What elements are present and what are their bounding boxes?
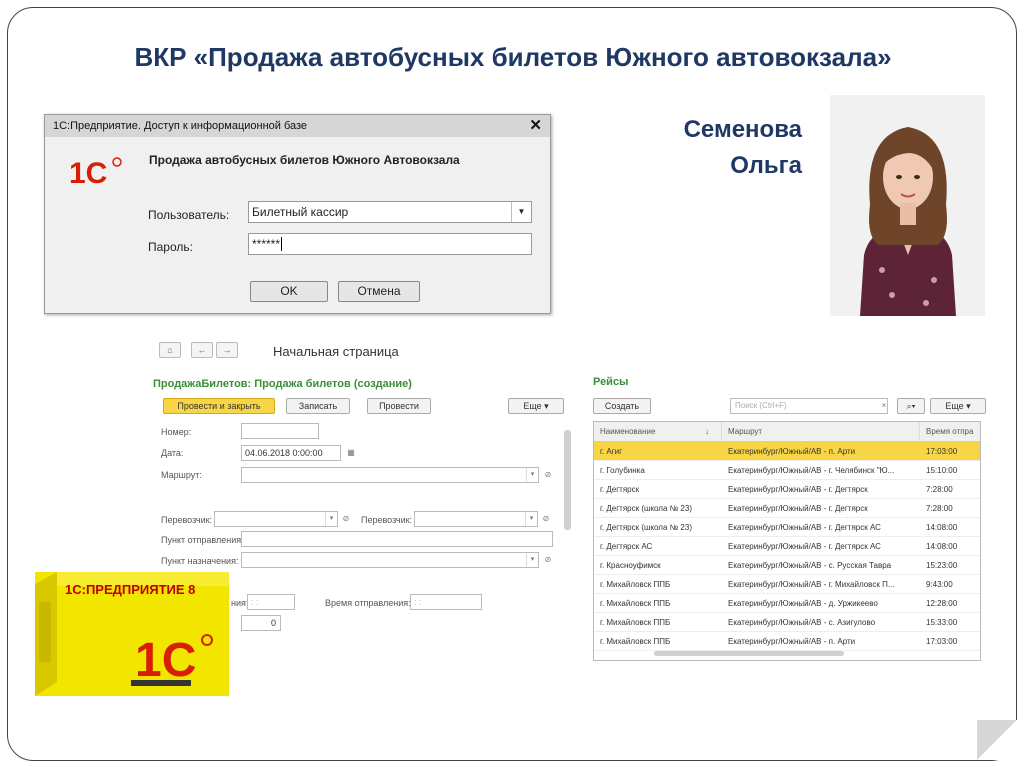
routes-more-button[interactable]: Еще ▾: [930, 398, 986, 414]
post-button[interactable]: Провести: [367, 398, 431, 414]
carrier-label: Перевозчик:: [161, 515, 213, 525]
close-icon[interactable]: ✕: [529, 115, 542, 137]
chevron-down-icon[interactable]: ▾: [526, 553, 538, 567]
password-field[interactable]: ******: [248, 233, 532, 255]
column-header-time[interactable]: Время отпра: [920, 422, 980, 442]
user-field[interactable]: Билетный кассир ▼: [248, 201, 532, 223]
user-label: Пользователь:: [148, 208, 230, 222]
open-link-icon[interactable]: ⊘: [340, 512, 352, 526]
author-photo: [830, 95, 985, 316]
search-input[interactable]: Поиск (Ctrl+F): [730, 398, 888, 414]
destination-input[interactable]: ▾: [241, 552, 539, 568]
cancel-button[interactable]: Отмена: [338, 281, 420, 302]
destination-label: Пункт назначения:: [161, 556, 239, 566]
table-row[interactable]: г. Михайловск ППБ Екатеринбург/Южный/АВ -…: [594, 575, 980, 594]
departure-time-label: Время отправления:: [325, 598, 411, 608]
calendar-icon[interactable]: ▦: [345, 446, 357, 460]
1c-logo: 1С: [67, 155, 123, 190]
forward-icon[interactable]: →: [216, 342, 238, 358]
departure-point-input[interactable]: [241, 531, 553, 547]
carrier2-label: Перевозчик:: [361, 515, 413, 525]
open-link-icon[interactable]: ⊘: [542, 468, 554, 482]
svg-text:1С:ПРЕДПРИЯТИЕ 8: 1С:ПРЕДПРИЯТИЕ 8: [65, 582, 195, 597]
carrier-input[interactable]: ▾: [214, 511, 338, 527]
table-row[interactable]: г. Дегтярск Екатеринбург/Южный/АВ - г. Де…: [594, 480, 980, 499]
back-icon[interactable]: ←: [191, 342, 213, 358]
password-label: Пароль:: [148, 240, 193, 254]
portrait-illustration: [830, 95, 985, 316]
chevron-down-icon[interactable]: ▼: [511, 202, 531, 222]
open-link-icon[interactable]: ⊘: [540, 512, 552, 526]
table-row[interactable]: г. Красноуфимск Екатеринбург/Южный/АВ - с…: [594, 556, 980, 575]
author-firstname: Ольга: [730, 152, 802, 179]
slide-title: ВКР «Продажа автобусных билетов Южного а…: [134, 42, 892, 72]
svg-text:1С: 1С: [69, 157, 107, 189]
page-title: Начальная страница: [273, 344, 399, 359]
quantity-input[interactable]: 0: [241, 615, 281, 631]
route-label: Маршрут:: [161, 470, 202, 480]
arrival-time-input[interactable]: : :: [247, 594, 295, 610]
password-field-value: ******: [252, 237, 281, 251]
number-input[interactable]: [241, 423, 319, 439]
table-header: Наименование ↓ Маршрут Время отпра: [594, 422, 980, 442]
table-row[interactable]: г. Михайловск ППБ Екатеринбург/Южный/АВ -…: [594, 594, 980, 613]
routes-list: Рейсы Создать Поиск (Ctrl+F) × ⌕▾ Еще ▾ …: [585, 370, 993, 665]
user-field-value: Билетный кассир: [252, 205, 349, 219]
table-row[interactable]: г. Михайловск ППБ Екатеринбург/Южный/АВ -…: [594, 613, 980, 632]
chevron-down-icon[interactable]: ▾: [526, 468, 538, 482]
create-button[interactable]: Создать: [593, 398, 651, 414]
date-label: Дата:: [161, 448, 184, 458]
open-link-icon[interactable]: ⊘: [542, 553, 554, 567]
number-label: Номер:: [161, 427, 192, 437]
home-icon[interactable]: ⌂: [159, 342, 181, 358]
departure-point-label: Пункт отправления:: [161, 535, 244, 545]
chevron-down-icon[interactable]: ▾: [525, 512, 537, 526]
departure-time-input[interactable]: : :: [410, 594, 482, 610]
column-header-name[interactable]: Наименование ↓: [594, 422, 722, 442]
login-titlebar: 1С:Предприятие. Доступ к информационной …: [45, 115, 550, 137]
author-name: Семенова Ольга: [608, 112, 802, 184]
table-row[interactable]: г. Михайловск ППБ Екатеринбург/Южный/АВ -…: [594, 632, 980, 651]
route-input[interactable]: ▾: [241, 467, 539, 483]
routes-title: Рейсы: [593, 376, 629, 388]
table-row[interactable]: г. Дегтярск (школа № 23) Екатеринбург/Южн…: [594, 518, 980, 537]
arrival-time-label: ния:: [231, 598, 249, 608]
login-app-name: Продажа автобусных билетов Южного Автово…: [149, 153, 460, 167]
routes-more-label: Еще: [945, 401, 964, 411]
more-button[interactable]: Еще ▾: [508, 398, 564, 414]
product-box: 1С:ПРЕДПРИЯТИЕ 8 1С: [35, 572, 229, 696]
more-button-label: Еще: [523, 401, 542, 411]
author-surname: Семенова: [683, 116, 802, 143]
column-header-route[interactable]: Маршрут: [722, 422, 920, 442]
routes-table: Наименование ↓ Маршрут Время отпра г. Аги…: [593, 421, 981, 661]
table-row[interactable]: г. Голубинка Екатеринбург/Южный/АВ - г. Ч…: [594, 461, 980, 480]
product-box-illustration: 1С:ПРЕДПРИЯТИЕ 8 1С: [35, 572, 229, 696]
table-row[interactable]: г. Агиг Екатеринбург/Южный/АВ - п. Арти 17…: [594, 442, 980, 461]
chevron-down-icon[interactable]: ▾: [325, 512, 337, 526]
table-row[interactable]: г. Дегтярск (школа № 23) Екатеринбург/Южн…: [594, 499, 980, 518]
search-icon[interactable]: ⌕▾: [897, 398, 925, 414]
save-button[interactable]: Записать: [286, 398, 350, 414]
post-and-close-button[interactable]: Провести и закрыть: [163, 398, 275, 414]
form-title: ПродажаБилетов: Продажа билетов (создани…: [153, 378, 412, 390]
carrier2-input[interactable]: ▾: [414, 511, 538, 527]
form-scrollbar[interactable]: [564, 430, 571, 530]
date-input[interactable]: 04.06.2018 0:00:00: [241, 445, 341, 461]
horizontal-scrollbar[interactable]: [654, 651, 844, 656]
1c-logo-icon: 1С: [69, 157, 122, 190]
page-corner-fold: [977, 720, 1017, 760]
table-row[interactable]: г. Дегтярск АС Екатеринбург/Южный/АВ - г.…: [594, 537, 980, 556]
login-window-title: 1С:Предприятие. Доступ к информационной …: [53, 120, 308, 132]
ok-button[interactable]: OK: [250, 281, 328, 302]
svg-text:1С: 1С: [135, 634, 196, 687]
login-dialog: 1С:Предприятие. Доступ к информационной …: [44, 114, 551, 314]
clear-icon[interactable]: ×: [878, 399, 890, 413]
